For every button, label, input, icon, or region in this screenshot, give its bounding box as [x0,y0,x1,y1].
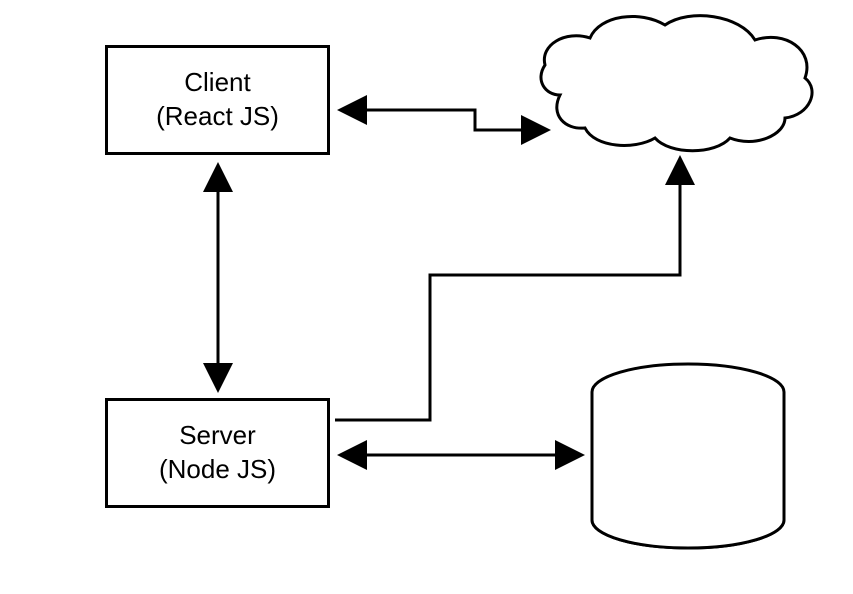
arrow-client-internet [340,110,548,130]
server-node: Server (Node JS) [105,398,330,508]
client-label-line2: (React JS) [156,100,279,134]
database-label-line2: (MongoDB) [608,469,768,503]
server-label-line1: Server [179,419,256,453]
client-node: Client (React JS) [105,45,330,155]
server-label-line2: (Node JS) [159,453,276,487]
client-label-line1: Client [184,66,250,100]
database-label-line1: Database [608,435,768,469]
arrow-server-internet [335,158,680,420]
internet-label: Internet [630,64,718,95]
database-label: Database (MongoDB) [608,435,768,503]
